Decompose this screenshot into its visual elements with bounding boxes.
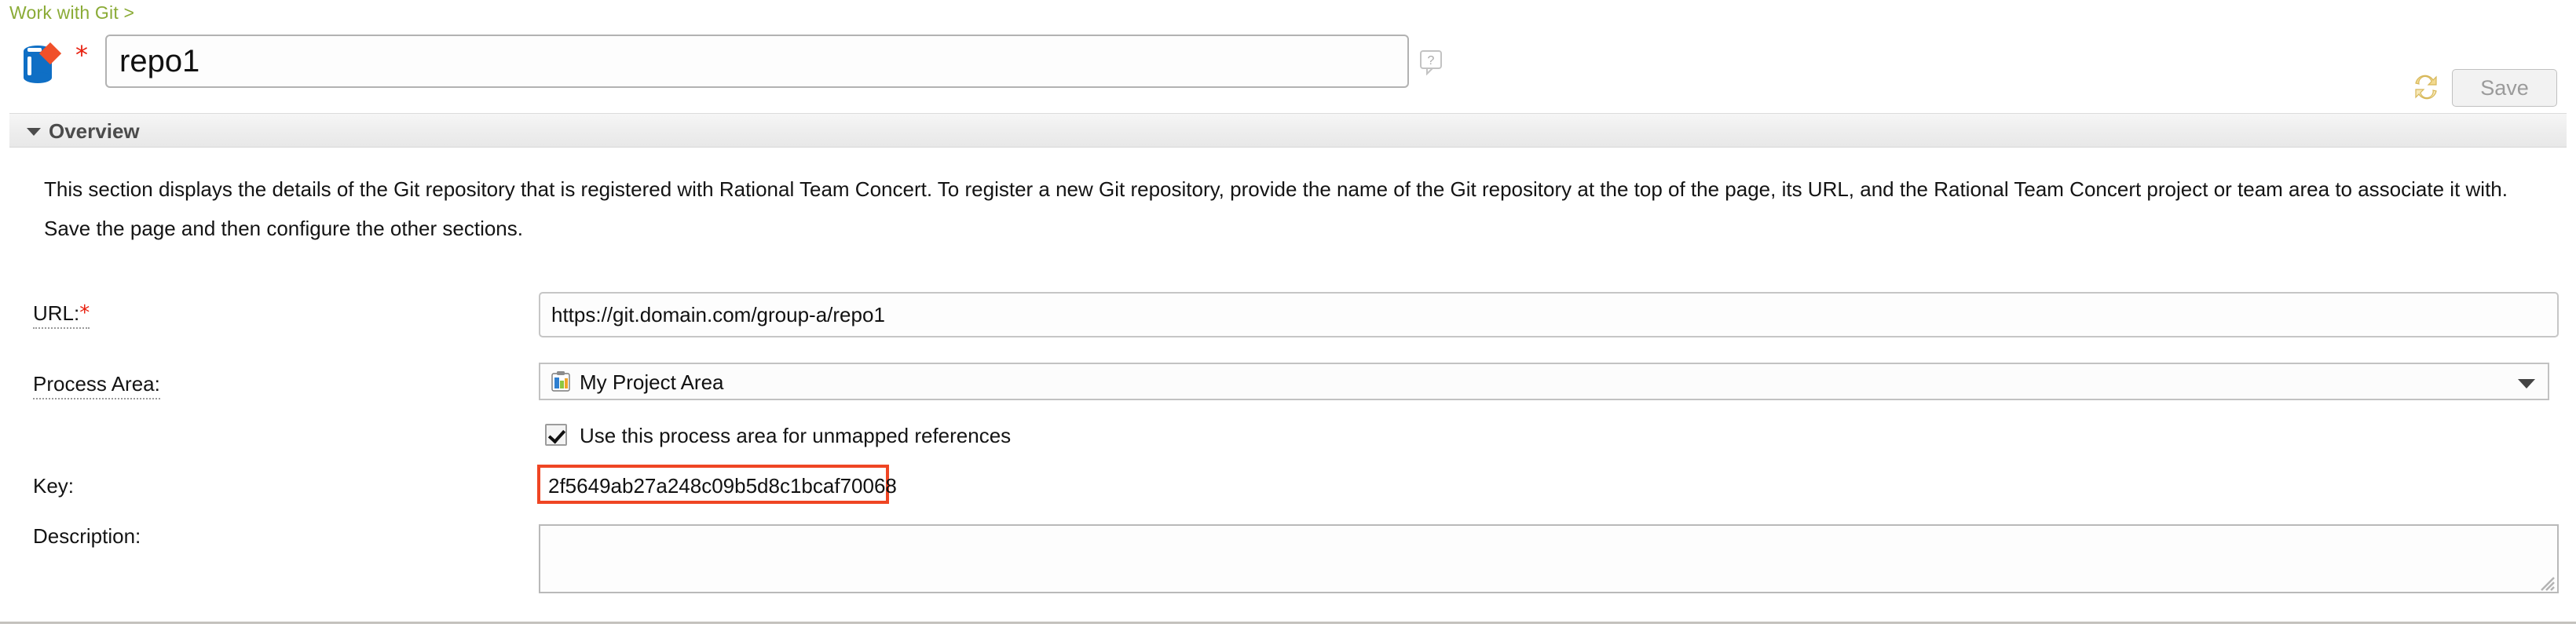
process-area-select[interactable]: My Project Area (539, 363, 2549, 400)
description-label: Description: (33, 524, 141, 548)
chevron-down-icon[interactable] (2518, 379, 2535, 388)
url-required-marker: * (79, 301, 90, 325)
process-area-label: Process Area: (33, 372, 160, 399)
unmapped-references-checkbox[interactable] (545, 424, 567, 446)
git-repository-icon (20, 41, 64, 88)
section-description-line-2: Save the page and then configure the oth… (44, 217, 523, 240)
section-title: Overview (49, 119, 140, 143)
key-label: Key: (33, 474, 75, 498)
name-required-marker: * (75, 40, 88, 70)
overview-section-header[interactable]: Overview (9, 113, 2567, 148)
repository-name-input[interactable] (105, 35, 1409, 88)
key-value-highlight: 2f5649ab27a248c09b5d8c1bcaf70068 (537, 465, 897, 504)
key-value: 2f5649ab27a248c09b5d8c1bcaf70068 (548, 474, 897, 498)
help-bubble-icon[interactable]: ? (1420, 50, 1442, 76)
breadcrumb[interactable]: Work with Git > (9, 2, 134, 24)
svg-text:?: ? (1428, 54, 1435, 67)
project-area-icon (550, 370, 572, 392)
url-label: URL:* (33, 301, 90, 329)
unmapped-references-label: Use this process area for unmapped refer… (580, 424, 1012, 447)
url-input[interactable] (539, 292, 2559, 337)
save-button[interactable]: Save (2452, 69, 2557, 107)
triangle-down-icon[interactable] (27, 128, 41, 136)
description-textarea[interactable] (539, 524, 2559, 593)
bottom-divider (0, 622, 2576, 624)
title-bar: * ? Save (0, 30, 2576, 107)
url-label-text: URL: (33, 301, 80, 325)
sync-refresh-icon[interactable] (2413, 74, 2439, 100)
process-area-selected-value: My Project Area (580, 370, 724, 394)
section-description-line-1: This section displays the details of the… (44, 177, 2508, 201)
